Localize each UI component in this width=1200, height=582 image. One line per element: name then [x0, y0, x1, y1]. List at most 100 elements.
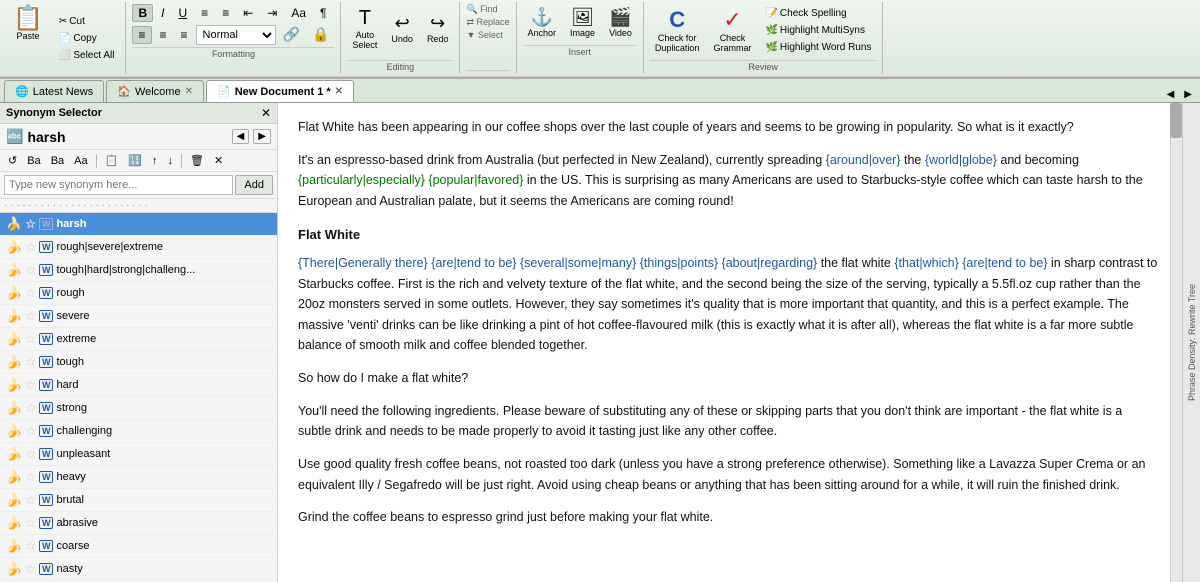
tab-welcome[interactable]: 🏠 Welcome ✕ [106, 80, 204, 102]
list-item[interactable]: 🍌 ☆ W harsh [0, 213, 277, 236]
star-empty-icon: ☆ [25, 470, 36, 484]
star-empty-icon: ☆ [25, 401, 36, 415]
list-item[interactable]: 🍌 ☆ W extreme [0, 328, 277, 351]
syn-toolbar-btn-9[interactable]: 🗑 [186, 152, 208, 169]
synonym-panel-title: Synonym Selector [6, 107, 102, 119]
tab-bar: 🌐 Latest News 🏠 Welcome ✕ 📄 New Document… [0, 79, 1200, 103]
image-icon: 🖼 [571, 7, 594, 28]
list-item[interactable]: 🍌 ☆ W heavy [0, 466, 277, 489]
paste-label: Paste [16, 31, 39, 41]
syn-toolbar-btn-1[interactable]: ↺ [4, 152, 21, 169]
aa-button[interactable]: Aa [285, 4, 312, 22]
align-left-button[interactable]: ≡ [132, 26, 151, 44]
formatting-group: B I U ≡ ≡ ⇤ ⇥ Aa ¶ ≡ ≡ ≡ Normal [126, 2, 341, 74]
tab-latest-news[interactable]: 🌐 Latest News [4, 80, 104, 102]
list-button-1[interactable]: ≡ [195, 4, 214, 22]
synonym-next-button[interactable]: ▶ [253, 129, 271, 144]
list-item[interactable]: 🍌 ☆ W tough|hard|strong|challeng... [0, 259, 277, 282]
synonym-search-input[interactable] [4, 175, 233, 195]
highlight-word-button[interactable]: 🌿 Highlight Word Runs [760, 40, 876, 55]
copy-button[interactable]: 📄 Copy [54, 31, 120, 46]
list-item[interactable]: 🍌 ☆ W severe [0, 305, 277, 328]
banana-icon: 🍌 [6, 400, 22, 416]
document-scrollbar[interactable] [1170, 103, 1182, 582]
redo-icon: ↪ [430, 13, 445, 34]
list-item[interactable]: 🍌 ☆ W abrasive [0, 512, 277, 535]
align-center-button[interactable]: ≡ [154, 26, 173, 44]
syn-toolbar-btn-6[interactable]: 🔢 [124, 152, 146, 169]
underline-button[interactable]: U [173, 4, 194, 22]
list-item[interactable]: 🍌 ☆ W challenging [0, 420, 277, 443]
new-doc-close-icon[interactable]: ✕ [335, 86, 343, 97]
star-empty-icon: ☆ [25, 424, 36, 438]
list-item[interactable]: 🍌 ☆ W rough [0, 282, 277, 305]
syn-toolbar-btn-5[interactable]: 📋 [101, 152, 123, 169]
tab-new-document[interactable]: 📄 New Document 1 * ✕ [206, 80, 354, 102]
syn-toolbar-btn-4[interactable]: Aa [70, 153, 91, 169]
welcome-close-icon[interactable]: ✕ [185, 86, 193, 97]
nav-right-button[interactable]: ▶ [1180, 87, 1196, 102]
welcome-icon: 🏠 [117, 85, 131, 98]
syn-toolbar-btn-2[interactable]: Ba [23, 153, 44, 169]
paste-button[interactable]: 📋 Paste [6, 4, 50, 72]
anchor-button[interactable]: ⚓ Anchor [523, 4, 562, 41]
undo-button[interactable]: ↩ Undo [386, 10, 418, 47]
check-grammar-button[interactable]: ✓ Check Grammar [708, 4, 756, 56]
highlight-word-icon: 🌿 [765, 42, 777, 53]
word-icon-badge: W [39, 471, 54, 483]
list-item[interactable]: 🍌 ☆ W nasty [0, 558, 277, 581]
list-item[interactable]: 🍌 ☆ W coarse [0, 535, 277, 558]
highlight-multi-button[interactable]: 🌿 Highlight MultiSyns [760, 23, 876, 38]
list-item[interactable]: 🍌 ☆ W brutal [0, 489, 277, 512]
select-all-button[interactable]: ⬜ Select All [54, 48, 120, 63]
list-item[interactable]: 🍌 ☆ W rough|severe|extreme [0, 236, 277, 259]
scrollbar-thumb[interactable] [1170, 103, 1182, 138]
check-gram-icon: ✓ [723, 7, 741, 33]
document-scroll-area[interactable]: Flat White has been appearing in our cof… [278, 103, 1182, 582]
auto-select-button[interactable]: T Auto Select [347, 4, 382, 53]
list-item[interactable]: 🍌 ☆ W unpleasant [0, 443, 277, 466]
indent-left-button[interactable]: ⇤ [237, 4, 259, 22]
syn-toolbar-btn-3[interactable]: Ba [47, 153, 68, 169]
redo-button[interactable]: ↪ Redo [422, 10, 454, 47]
word-icon-badge: W [39, 402, 54, 414]
list-item[interactable]: 🍌 ☆ W tough [0, 351, 277, 374]
banana-icon: 🍌 [6, 515, 22, 531]
link-button[interactable]: 🔗 [278, 24, 305, 45]
banana-icon: 🍌 [6, 561, 22, 577]
review-right-buttons: 📝 Check Spelling 🌿 Highlight MultiSyns 🌿… [760, 4, 876, 56]
select-icon-small: ▼ Select [466, 30, 502, 40]
cut-button[interactable]: ✂ Cut [54, 14, 120, 29]
synonym-add-button[interactable]: Add [235, 175, 273, 195]
ribbon-row: 📋 Paste ✂ Cut 📄 Copy ⬜ Select All [0, 0, 1200, 77]
star-empty-icon: ☆ [25, 378, 36, 392]
check-dup-icon: C [669, 7, 685, 33]
syn-toolbar-btn-7[interactable]: ↑ [148, 153, 162, 169]
list-item[interactable]: 🍌 ☆ W strong [0, 397, 277, 420]
para-button[interactable]: ¶ [314, 4, 332, 22]
clipboard-mini-buttons: ✂ Cut 📄 Copy ⬜ Select All [54, 4, 120, 72]
video-button[interactable]: 🎬 Video [604, 4, 637, 41]
synonym-panel: Synonym Selector ✕ 🔤 harsh ◀ ▶ ↺ Ba Ba A… [0, 103, 278, 582]
nav-left-button[interactable]: ◀ [1163, 87, 1179, 102]
syn-toolbar-btn-10[interactable]: ✕ [210, 152, 227, 169]
syn-toolbar-btn-8[interactable]: ↓ [164, 153, 178, 169]
star-empty-icon: ☆ [25, 309, 36, 323]
align-right-button[interactable]: ≡ [175, 26, 194, 44]
indent-right-button[interactable]: ⇥ [261, 4, 283, 22]
check-duplication-button[interactable]: C Check for Duplication [650, 4, 705, 56]
word-icon-badge: W [39, 425, 54, 437]
check-spelling-button[interactable]: 📝 Check Spelling [760, 6, 876, 21]
italic-button[interactable]: I [155, 4, 170, 22]
syn-item-label: extreme [56, 333, 96, 345]
style-select[interactable]: Normal [196, 25, 276, 45]
star-empty-icon: ☆ [25, 562, 36, 576]
bold-button[interactable]: B [132, 4, 153, 22]
synonym-prev-button[interactable]: ◀ [232, 129, 250, 144]
image-button[interactable]: 🖼 Image [565, 4, 600, 41]
list-item[interactable]: 🍌 ☆ W hard [0, 374, 277, 397]
cut-label: Cut [69, 16, 85, 27]
list-button-2[interactable]: ≡ [216, 4, 235, 22]
lock-button[interactable]: 🔒 [307, 24, 334, 45]
synonym-panel-close-button[interactable]: ✕ [261, 106, 271, 120]
